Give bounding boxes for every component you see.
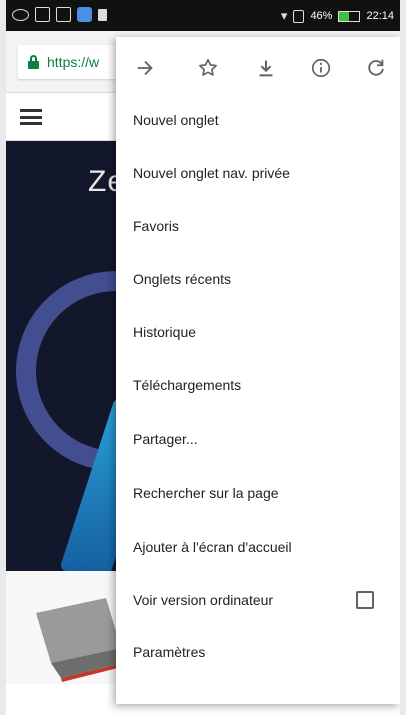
menu-item-recent-tabs[interactable]: Onglets récents [116,254,400,307]
system-status: ▾ 46% 22:14 [281,8,394,24]
notification-icons [12,7,107,22]
menu-item-label: Partager... [133,431,198,447]
voicemail-icon [12,9,29,21]
phone-screen: ▾ 46% 22:14 https://w Ze Nouvel onglet N… [6,0,400,715]
menu-item-bookmarks[interactable]: Favoris [116,201,400,254]
menu-item-label: Onglets récents [133,271,232,287]
refresh-icon [368,59,384,76]
menu-item-desktop-site[interactable]: Voir version ordinateur [116,575,400,628]
battery-icon [338,10,361,22]
download-icon [259,60,273,77]
mail-icon [56,7,71,22]
menu-item-label: Nouvel onglet nav. privée [133,165,290,181]
menu-item-label: Paramètres [133,644,206,660]
menu-item-label: Ajouter à l'écran d'accueil [133,539,292,555]
forward-button[interactable] [128,51,162,85]
status-bar: ▾ 46% 22:14 [6,0,400,31]
sim-icon [293,9,305,23]
menu-item-new-tab[interactable]: Nouvel onglet [116,95,400,148]
menu-item-label: Rechercher sur la page [133,485,279,501]
overflow-menu: Nouvel onglet Nouvel onglet nav. privée … [116,37,400,704]
wifi-icon: ▾ [280,8,288,23]
menu-item-add-to-home-screen[interactable]: Ajouter à l'écran d'accueil [116,522,400,575]
hamburger-menu-icon[interactable] [20,109,42,125]
clock: 22:14 [366,10,394,22]
menu-item-label: Téléchargements [133,377,242,393]
menu-item-share[interactable]: Partager... [116,414,400,467]
info-icon [311,58,331,78]
star-icon [199,58,217,76]
menu-item-downloads[interactable]: Téléchargements [116,360,400,413]
menu-item-label: Voir version ordinateur [133,592,274,608]
gallery-icon [35,7,50,22]
sd-card-icon [98,8,107,21]
battery-fill [339,11,349,21]
menu-item-label: Favoris [133,218,179,234]
menu-item-label: Historique [133,324,197,340]
bookmark-button[interactable] [191,51,225,85]
menu-item-find-in-page[interactable]: Rechercher sur la page [116,468,400,521]
reload-button[interactable] [359,51,393,85]
battery-percent: 46% [310,10,333,22]
download-button[interactable] [249,51,283,85]
menu-item-history[interactable]: Historique [116,307,400,360]
menu-toolbar [116,37,400,99]
app-notification-icon [77,7,92,22]
url-text[interactable]: https://w [47,54,99,70]
arrow-right-icon [137,60,153,76]
page-info-button[interactable] [304,51,338,85]
menu-item-label: Nouvel onglet [133,112,219,128]
menu-item-new-incognito-tab[interactable]: Nouvel onglet nav. privée [116,148,400,201]
desktop-site-checkbox[interactable] [356,591,374,609]
menu-item-settings[interactable]: Paramètres [116,627,400,680]
lock-icon[interactable] [28,55,39,69]
